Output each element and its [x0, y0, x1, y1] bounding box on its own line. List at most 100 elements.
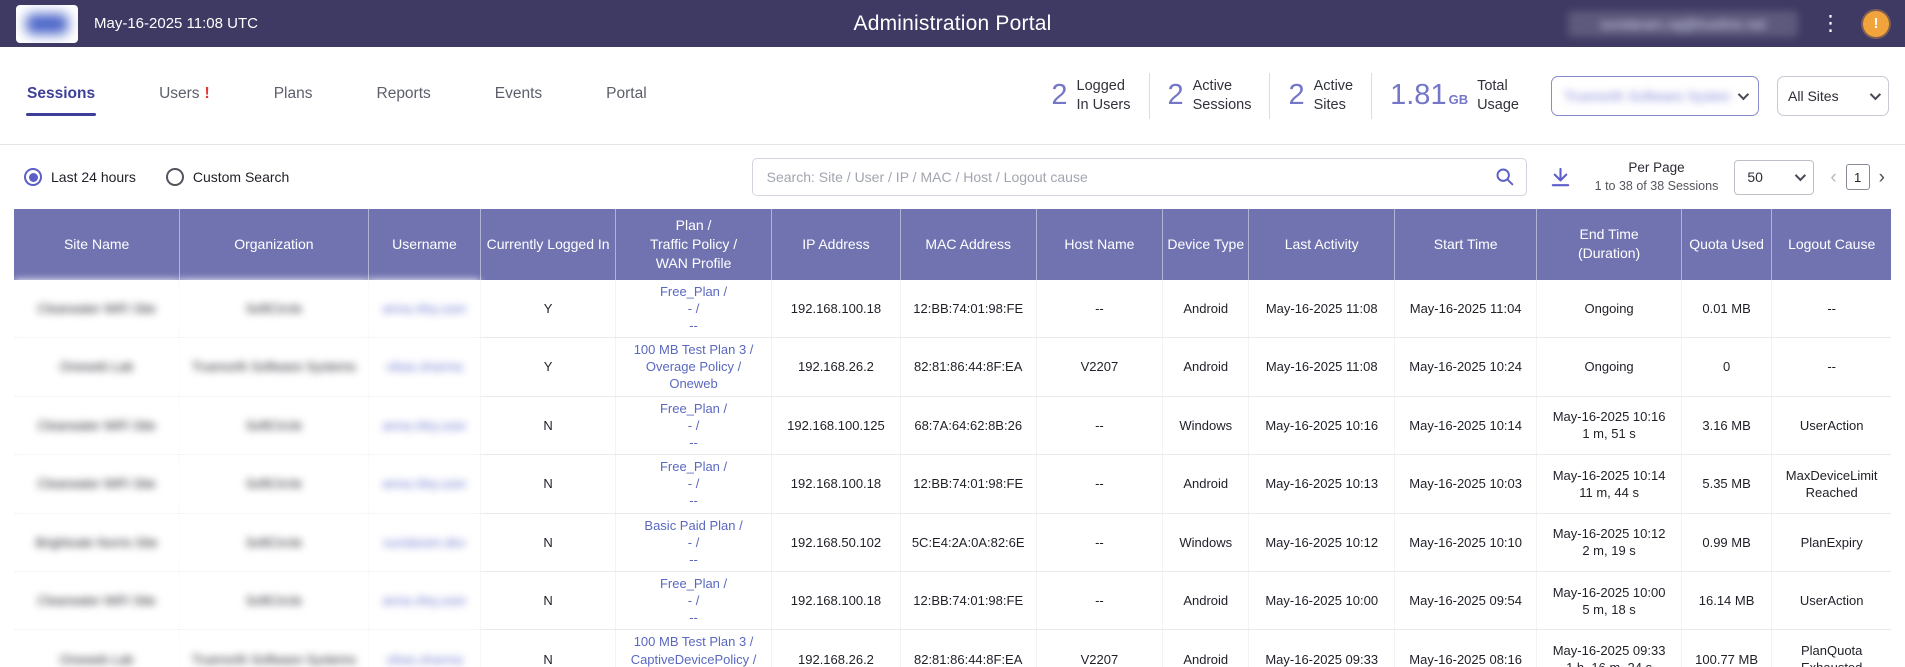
column-header-mac-address[interactable]: MAC Address [900, 209, 1036, 280]
tab-events[interactable]: Events [494, 75, 543, 116]
cell-username[interactable]: vikas.sharma [368, 630, 481, 667]
search-icon[interactable] [1494, 166, 1515, 192]
cell-mac: 82:81:86:44:8F:EA [900, 630, 1036, 667]
cell-mac: 82:81:86:44:8F:EA [900, 338, 1036, 396]
cell-site: Oneweb Lab [14, 630, 180, 667]
cell-ip: 192.168.100.18 [772, 280, 900, 338]
stat-total-usage-value: 1.81 [1390, 79, 1446, 111]
user-email[interactable]: sundaram.raj@trueline.net [1568, 11, 1798, 37]
cell-device: Windows [1163, 513, 1249, 571]
cell-last-activity: May-16-2025 11:08 [1249, 280, 1394, 338]
cell-username[interactable]: anna.riley.user [368, 455, 481, 513]
cell-logged-in: N [481, 396, 615, 454]
cell-device: Android [1163, 630, 1249, 667]
cell-end-time: May-16-2025 09:33 1 h, 16 m, 24 s [1537, 630, 1681, 667]
cell-quota: 3.16 MB [1681, 396, 1772, 454]
column-header-quota-used[interactable]: Quota Used [1681, 209, 1772, 280]
chevron-down-icon [1870, 88, 1881, 99]
column-header-site-name[interactable]: Site Name [14, 209, 180, 280]
cell-org: SoftCircle [180, 455, 368, 513]
per-page-info: Per Page 1 to 38 of 38 Sessions [1595, 159, 1719, 194]
alert-badge-icon[interactable]: ! [1863, 11, 1889, 37]
cell-quota: 0.01 MB [1681, 280, 1772, 338]
column-header-device-type[interactable]: Device Type [1163, 209, 1249, 280]
stat-active-sessions-value: 2 [1168, 79, 1184, 112]
column-header-ip-address[interactable]: IP Address [772, 209, 900, 280]
download-sessions-button[interactable] [1543, 159, 1579, 195]
table-header-row: Site NameOrganizationUsernameCurrently L… [14, 209, 1891, 280]
stats-cluster: 2 Logged In Users 2 Active Sessions 2 Ac… [1051, 73, 1889, 119]
cell-logout-cause: PlanQuota Exhausted [1772, 630, 1891, 667]
tab-sessions[interactable]: Sessions [26, 75, 96, 116]
app-logo[interactable] [16, 5, 78, 43]
page-size-value: 50 [1747, 169, 1763, 185]
topbar-right-cluster: sundaram.raj@trueline.net ⋮ ! [1568, 11, 1889, 37]
radio-unselected-icon [166, 168, 184, 186]
column-header-organization[interactable]: Organization [180, 209, 368, 280]
session-range-text: 1 to 38 of 38 Sessions [1595, 178, 1719, 195]
tab-portal[interactable]: Portal [605, 75, 648, 116]
cell-start-time: May-16-2025 09:54 [1394, 572, 1536, 630]
cell-logged-in: N [481, 630, 615, 667]
tab-plans-label: Plans [274, 85, 313, 102]
cell-plan[interactable]: Free_Plan / - / -- [615, 455, 772, 513]
cell-username[interactable]: anna.riley.user [368, 280, 481, 338]
radio-selected-icon [24, 168, 42, 186]
cell-mac: 68:7A:64:62:8B:26 [900, 396, 1036, 454]
cell-plan[interactable]: Free_Plan / - / -- [615, 572, 772, 630]
divider [1371, 73, 1372, 119]
cell-site: Oneweb Lab [14, 338, 180, 396]
cell-plan[interactable]: Basic Paid Plan / - / -- [615, 513, 772, 571]
prev-page-button[interactable]: ‹ [1830, 168, 1836, 187]
cell-ip: 192.168.26.2 [772, 630, 900, 667]
tab-reports-label: Reports [377, 85, 431, 102]
cell-host: -- [1036, 455, 1162, 513]
search-input[interactable] [752, 158, 1527, 196]
all-sites-dropdown[interactable]: All Sites [1777, 76, 1889, 116]
current-page[interactable]: 1 [1846, 164, 1870, 190]
cell-ip: 192.168.100.125 [772, 396, 900, 454]
column-header-username[interactable]: Username [368, 209, 481, 280]
cell-org: SoftCircle [180, 572, 368, 630]
nav-stats-bar: Sessions Users! Plans Reports Events Por… [0, 47, 1905, 145]
cell-plan[interactable]: Free_Plan / - / -- [615, 396, 772, 454]
cell-plan[interactable]: 100 MB Test Plan 3 / CaptiveDevicePolicy… [615, 630, 772, 667]
tab-plans[interactable]: Plans [273, 75, 314, 116]
cell-username[interactable]: anna.riley.user [368, 572, 481, 630]
tab-users[interactable]: Users! [158, 75, 211, 116]
tab-portal-label: Portal [606, 85, 647, 102]
cell-username[interactable]: anna.riley.user [368, 396, 481, 454]
cell-logout-cause: -- [1772, 280, 1891, 338]
cell-plan[interactable]: Free_Plan / - / -- [615, 280, 772, 338]
cell-mac: 5C:E4:2A:0A:82:6E [900, 513, 1036, 571]
kebab-menu-icon[interactable]: ⋮ [1818, 13, 1843, 34]
column-header-plan[interactable]: Plan / Traffic Policy / WAN Profile [615, 209, 772, 280]
cell-username[interactable]: vikas.sharma [368, 338, 481, 396]
column-header-currently-logged-in[interactable]: Currently Logged In [481, 209, 615, 280]
cell-end-time: Ongoing [1537, 338, 1681, 396]
cell-plan[interactable]: 100 MB Test Plan 3 / Overage Policy / On… [615, 338, 772, 396]
cell-logged-in: N [481, 572, 615, 630]
cell-username[interactable]: sundaram.dev [368, 513, 481, 571]
stat-logged-in-users: 2 Logged In Users [1051, 77, 1130, 115]
organization-dropdown[interactable]: Truenorth Software Systems [1551, 76, 1759, 116]
stat-logged-in-users-label: Logged In Users [1077, 77, 1131, 115]
radio-custom-search[interactable]: Custom Search [166, 168, 289, 186]
radio-last-24-hours[interactable]: Last 24 hours [24, 168, 136, 186]
stat-total-usage: 1.81GB Total Usage [1390, 77, 1519, 115]
column-header-start-time[interactable]: Start Time [1394, 209, 1536, 280]
column-header-last-activity[interactable]: Last Activity [1249, 209, 1394, 280]
stat-active-sessions-label: Active Sessions [1193, 77, 1252, 115]
cell-quota: 0.99 MB [1681, 513, 1772, 571]
sessions-table-head: Site NameOrganizationUsernameCurrently L… [14, 209, 1891, 280]
page-size-dropdown[interactable]: 50 [1734, 160, 1814, 195]
tab-events-label: Events [495, 85, 542, 102]
column-header-logout-cause[interactable]: Logout Cause [1772, 209, 1891, 280]
column-header-end-time[interactable]: End Time (Duration) [1537, 209, 1681, 280]
next-page-button[interactable]: › [1879, 168, 1885, 187]
column-header-host-name[interactable]: Host Name [1036, 209, 1162, 280]
sessions-table: Site NameOrganizationUsernameCurrently L… [14, 209, 1891, 667]
cell-device: Android [1163, 455, 1249, 513]
tab-reports[interactable]: Reports [376, 75, 432, 116]
search-input-wrapper [752, 158, 1527, 196]
